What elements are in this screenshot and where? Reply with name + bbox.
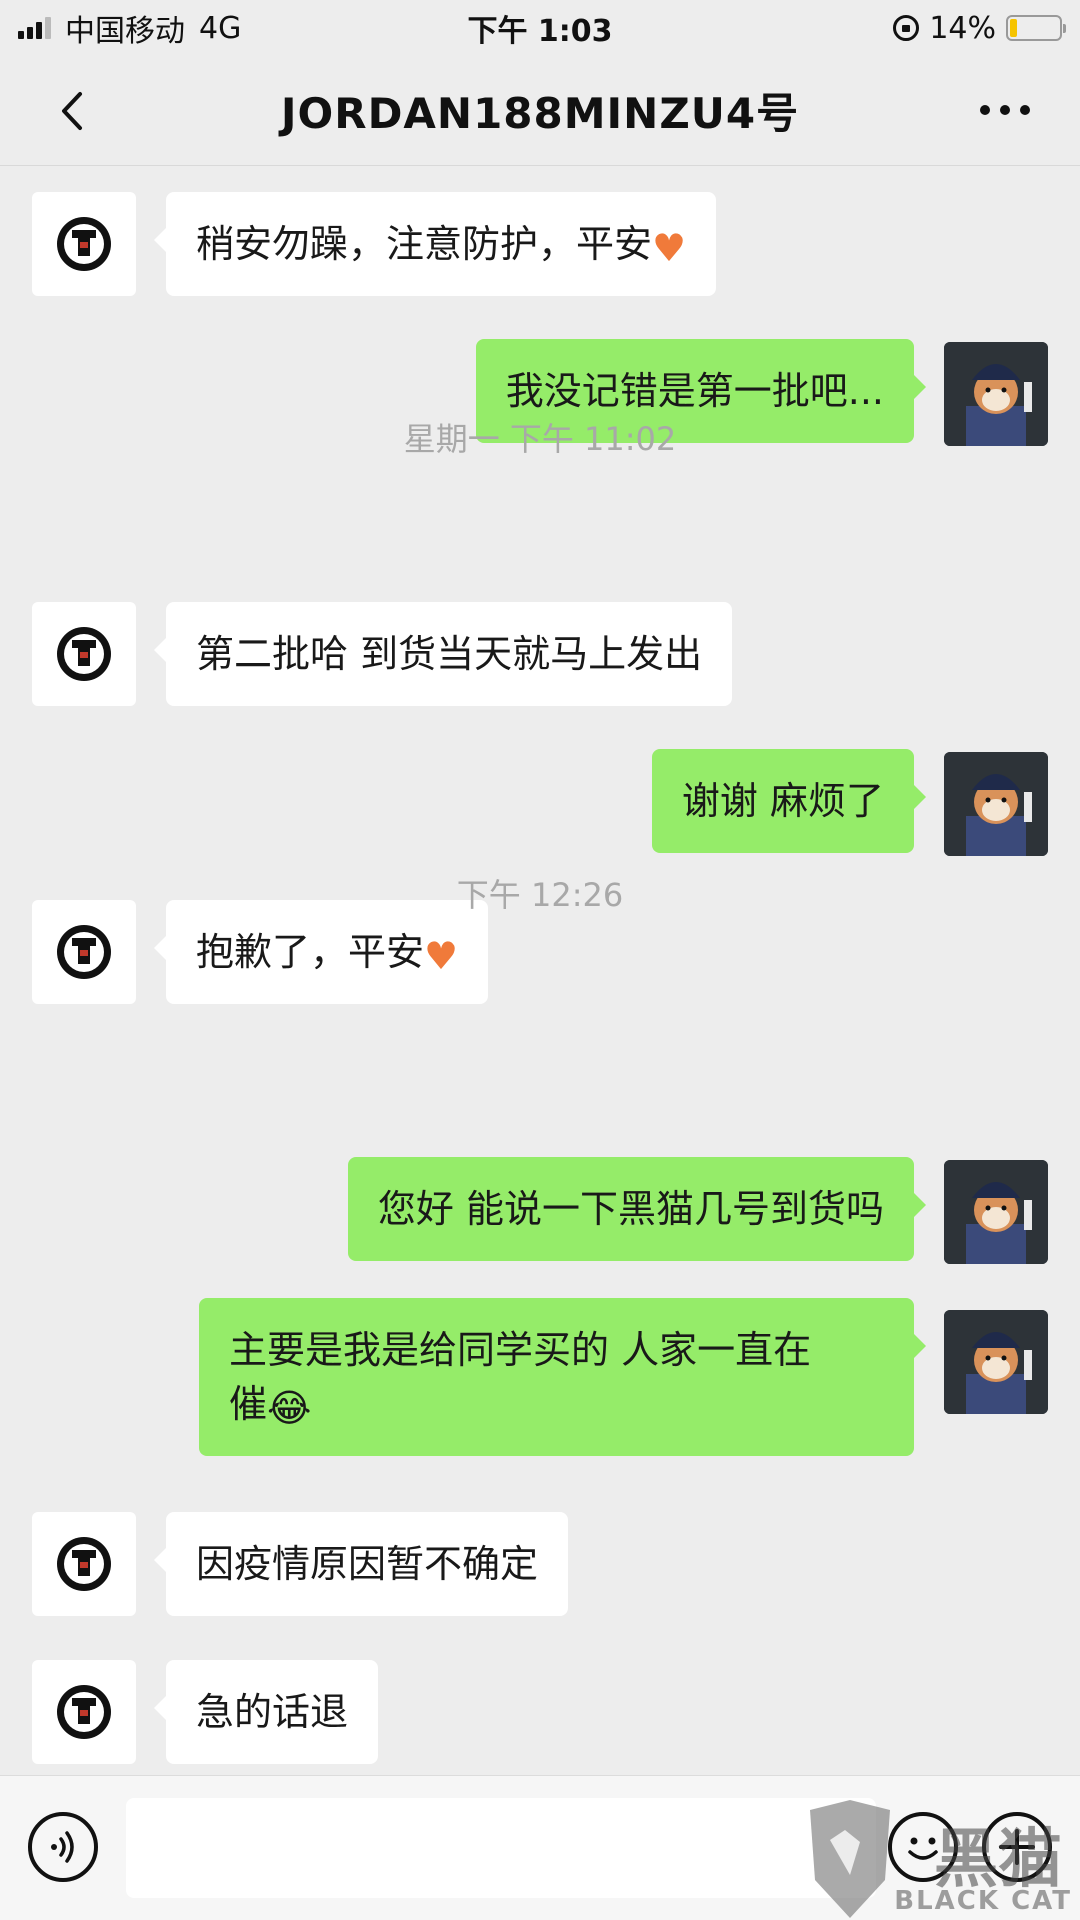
contact-avatar[interactable] xyxy=(32,192,136,296)
message-text-line: 催 xyxy=(229,1382,268,1426)
message-bubble-sent[interactable]: 您好 能说一下黑猫几号到货吗 xyxy=(347,1157,927,1261)
smile-icon[interactable] xyxy=(888,1812,958,1882)
status-left: 中国移动 4G xyxy=(18,6,241,50)
chat-area[interactable]: 稍安勿躁，注意防护，平安♥ 我没记错是第一批吧... 星期一 下午 11:02 xyxy=(0,167,1080,1775)
contact-avatar[interactable] xyxy=(32,602,136,706)
message-bubble-sent[interactable]: 主要是我是给同学买的 人家一直在 催😂 xyxy=(199,1298,926,1456)
message-bubble-received[interactable]: 稍安勿躁，注意防护，平安♥ xyxy=(153,192,717,296)
message-text: 第二批哈 到货当天就马上发出 xyxy=(196,632,703,676)
signal-icon xyxy=(18,17,51,39)
status-bar: 中国移动 4G 下午 1:03 14% xyxy=(0,0,1080,56)
laugh-cry-icon: 😂 xyxy=(267,1386,312,1430)
message-text: 抱歉了，平安 xyxy=(196,930,425,974)
brand-logo-icon xyxy=(57,1685,111,1739)
contact-avatar[interactable] xyxy=(32,1660,136,1764)
heart-icon: ♥ xyxy=(424,934,459,978)
message-bubble-received[interactable]: 急的话退 xyxy=(153,1660,379,1764)
message-text: 我没记错是第一批吧... xyxy=(505,369,884,413)
shiba-dog-avatar-icon xyxy=(944,1160,1048,1264)
network-type: 4G xyxy=(199,10,242,46)
plus-icon[interactable] xyxy=(982,1812,1052,1882)
my-avatar[interactable] xyxy=(944,752,1048,856)
shiba-dog-avatar-icon xyxy=(944,752,1048,856)
message-text: 稍安勿躁，注意防护，平安 xyxy=(196,222,653,266)
back-icon[interactable] xyxy=(50,86,100,136)
my-avatar[interactable] xyxy=(944,1310,1048,1414)
heart-icon: ♥ xyxy=(652,226,687,270)
message-text: 谢谢 麻烦了 xyxy=(681,779,884,823)
more-icon[interactable] xyxy=(980,90,1030,130)
chat-title: JORDAN188MINZU4号 xyxy=(280,89,800,138)
contact-avatar[interactable] xyxy=(32,1512,136,1616)
message-bubble-sent[interactable]: 谢谢 麻烦了 xyxy=(651,749,927,853)
shiba-dog-avatar-icon xyxy=(944,1310,1048,1414)
message-text: 您好 能说一下黑猫几号到货吗 xyxy=(377,1187,884,1231)
voice-icon[interactable] xyxy=(28,1812,98,1882)
chat-timestamp: 下午 12:26 xyxy=(456,876,624,914)
brand-logo-icon xyxy=(57,925,111,979)
chat-timestamp: 星期一 下午 11:02 xyxy=(403,420,677,458)
carrier-name: 中国移动 xyxy=(65,14,185,49)
battery-percent: 14% xyxy=(929,10,996,46)
brand-logo-icon xyxy=(57,1537,111,1591)
message-text: 因疫情原因暂不确定 xyxy=(196,1542,539,1586)
message-text-line: 主要是我是给同学买的 人家一直在 xyxy=(229,1328,812,1372)
nav-bar: JORDAN188MINZU4号 xyxy=(0,56,1080,166)
my-avatar[interactable] xyxy=(944,1160,1048,1264)
message-text: 急的话退 xyxy=(196,1690,349,1734)
message-input[interactable] xyxy=(126,1798,876,1898)
brand-logo-icon xyxy=(57,627,111,681)
battery-icon xyxy=(1006,15,1066,41)
message-bubble-received[interactable]: 因疫情原因暂不确定 xyxy=(153,1512,569,1616)
brand-logo-icon xyxy=(57,217,111,271)
input-bar xyxy=(0,1775,1080,1920)
message-bubble-received[interactable]: 第二批哈 到货当天就马上发出 xyxy=(153,602,733,706)
status-right: 14% xyxy=(893,10,1066,46)
rotation-lock-icon xyxy=(893,15,920,41)
